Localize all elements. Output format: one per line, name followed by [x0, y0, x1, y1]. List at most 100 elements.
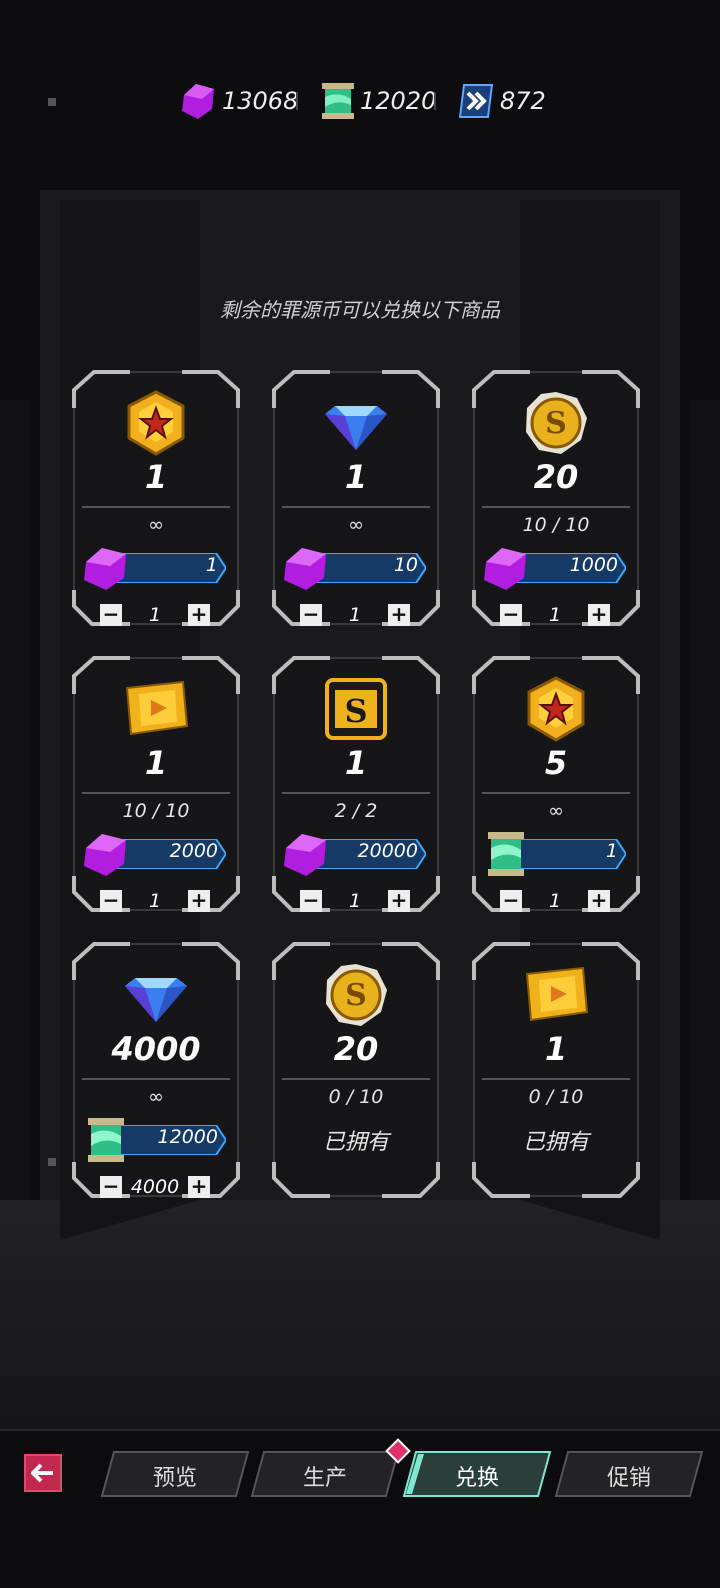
- purple-crystal-icon: [482, 544, 530, 592]
- shop-item-card[interactable]: 1 ∞ 1 − 1 +: [70, 368, 242, 628]
- price-value: 1000: [569, 554, 618, 576]
- tab-label: 兑换: [454, 1466, 499, 1491]
- decrease-button[interactable]: −: [300, 890, 322, 912]
- tab-promotion[interactable]: 促销: [554, 1450, 704, 1498]
- decrease-button[interactable]: −: [500, 890, 522, 912]
- increase-button[interactable]: +: [188, 1176, 210, 1198]
- item-amount: 20: [533, 458, 579, 496]
- tab-production[interactable]: 生产: [250, 1450, 400, 1498]
- currency-value: 872: [500, 87, 546, 115]
- purple-crystal-icon: [282, 544, 330, 592]
- quantity-stepper: − 1 +: [500, 602, 610, 628]
- owned-label: 已拥有: [522, 1130, 589, 1155]
- shop-item-card[interactable]: 5 ∞ 1 − 1 +: [470, 654, 642, 914]
- price-value: 20000: [357, 840, 418, 862]
- quantity-stepper: − 1 +: [300, 888, 410, 914]
- decrease-button[interactable]: −: [100, 890, 122, 912]
- shop-item-card[interactable]: 1 ∞ 10 − 1 +: [270, 368, 442, 628]
- item-amount: 1: [344, 744, 368, 782]
- exchange-subtitle: 剩余的罪源币可以兑换以下商品: [220, 298, 500, 322]
- increase-button[interactable]: +: [188, 890, 210, 912]
- currency-badge: 872: [456, 78, 546, 124]
- tab-preview[interactable]: 预览: [100, 1450, 250, 1498]
- buy-price-button[interactable]: 10: [282, 548, 432, 590]
- item-amount: 1: [344, 458, 368, 496]
- currency-crystal: 13068: [178, 78, 298, 124]
- divider: [282, 1078, 430, 1080]
- currency-value: 13068: [222, 87, 299, 115]
- item-amount: 20: [333, 1030, 379, 1068]
- increase-button[interactable]: +: [588, 890, 610, 912]
- divider: [82, 792, 230, 794]
- item-amount: 5: [544, 744, 568, 782]
- back-button[interactable]: [24, 1454, 62, 1492]
- blue-diamond-icon: [121, 960, 191, 1030]
- buy-price-button[interactable]: 20000: [282, 834, 432, 876]
- tab-label: 促销: [606, 1466, 651, 1491]
- buy-price-button[interactable]: 1: [482, 832, 632, 876]
- divider: [282, 506, 430, 508]
- divider: [296, 92, 298, 110]
- decrease-button[interactable]: −: [100, 604, 122, 626]
- increase-button[interactable]: +: [188, 604, 210, 626]
- decrease-button[interactable]: −: [300, 604, 322, 626]
- decrease-button[interactable]: −: [100, 1176, 122, 1198]
- divider: [482, 1078, 630, 1080]
- buy-price-button[interactable]: 2000: [82, 834, 232, 876]
- gold-s-card-icon: S: [321, 674, 391, 744]
- increase-button[interactable]: +: [388, 890, 410, 912]
- svg-text:S: S: [344, 692, 367, 730]
- shop-item-card[interactable]: S 20 10 / 10 1000 − 1 +: [470, 368, 642, 628]
- price-value: 12000: [157, 1126, 218, 1148]
- price-value: 1: [605, 840, 618, 862]
- purple-crystal-icon: [82, 544, 130, 592]
- quantity-stepper: − 1 +: [100, 888, 210, 914]
- shop-item-card[interactable]: 1 10 / 10 2000 − 1 +: [70, 654, 242, 914]
- shop-item-card[interactable]: S 20 0 / 10 已拥有: [270, 940, 442, 1200]
- blue-diamond-icon: [321, 388, 391, 458]
- price-value: 1: [205, 554, 218, 576]
- quantity-stepper: − 1 +: [500, 888, 610, 914]
- quantity-value: 1: [148, 890, 162, 912]
- buy-price-button[interactable]: 1: [82, 548, 232, 590]
- purchase-limit: ∞: [148, 1086, 164, 1108]
- price-value: 10: [393, 554, 418, 576]
- currency-scroll: 12020: [320, 78, 436, 124]
- shop-item-card[interactable]: S 1 2 / 2 20000 − 1 +: [270, 654, 442, 914]
- owned-label: 已拥有: [322, 1130, 389, 1155]
- item-amount: 1: [144, 458, 168, 496]
- decor-dot: [48, 1158, 56, 1166]
- purchase-limit: 0 / 10: [528, 1086, 584, 1108]
- green-scroll-icon: [82, 1116, 130, 1164]
- buy-price-button[interactable]: 1000: [482, 548, 632, 590]
- purple-crystal-icon: [282, 830, 330, 878]
- quantity-value: 1: [548, 890, 562, 912]
- quantity-value: 1: [348, 604, 362, 626]
- divider: [434, 92, 436, 110]
- tab-exchange[interactable]: 兑换: [402, 1450, 552, 1498]
- purple-crystal-icon: [182, 84, 214, 119]
- purchase-limit: 10 / 10: [522, 514, 590, 536]
- price-value: 2000: [169, 840, 218, 862]
- gold-video-ticket-icon: [121, 674, 191, 744]
- increase-button[interactable]: +: [388, 604, 410, 626]
- shop-item-card[interactable]: 1 0 / 10 已拥有: [470, 940, 642, 1200]
- increase-button[interactable]: +: [588, 604, 610, 626]
- gold-s-coin-icon: S: [521, 388, 591, 458]
- gold-s-coin-icon: S: [321, 960, 391, 1030]
- green-scroll-icon: [482, 830, 530, 878]
- gold-video-ticket-icon: [521, 960, 591, 1030]
- back-arrow-icon: [31, 1463, 53, 1483]
- quantity-value: 4000: [130, 1176, 180, 1198]
- gold-star-hexagon-icon: [121, 388, 191, 458]
- quantity-stepper: − 1 +: [300, 602, 410, 628]
- quantity-stepper: − 1 +: [100, 602, 210, 628]
- buy-price-button[interactable]: 12000: [82, 1118, 232, 1162]
- svg-text:S: S: [345, 978, 367, 1013]
- purchase-limit: 0 / 10: [328, 1086, 384, 1108]
- shop-item-card[interactable]: 4000 ∞ 12000−4000 +: [70, 940, 242, 1200]
- tab-label: 预览: [152, 1466, 197, 1491]
- divider: [82, 1078, 230, 1080]
- decrease-button[interactable]: −: [500, 604, 522, 626]
- quantity-value: 1: [548, 604, 562, 626]
